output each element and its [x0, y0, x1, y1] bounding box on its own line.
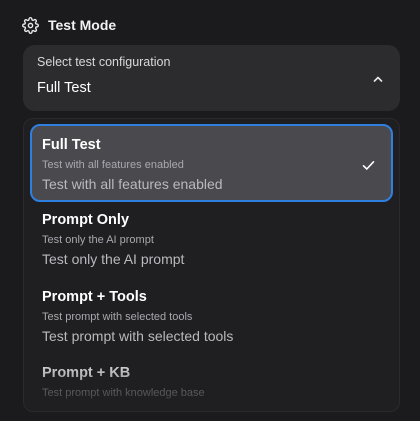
option-title: Prompt + Tools — [42, 289, 147, 305]
select-label: Select test configuration — [37, 55, 171, 69]
option-description-small: Test prompt with knowledge base — [42, 387, 205, 399]
option-full-test[interactable]: Full Test Test with all features enabled… — [30, 124, 393, 202]
option-title: Full Test — [42, 137, 101, 153]
option-description: Test prompt with selected tools — [42, 328, 234, 344]
option-description: Test with all features enabled — [42, 176, 223, 192]
option-description-small: Test prompt with selected tools — [42, 311, 193, 323]
option-title: Prompt Only — [42, 212, 130, 228]
option-prompt-only[interactable]: Prompt Only Test only the AI prompt Test… — [30, 199, 393, 275]
panel-header: Test Mode — [22, 14, 116, 36]
test-config-select[interactable]: Select test configuration Full Test — [23, 45, 400, 111]
option-description-small: Test with all features enabled — [42, 159, 184, 171]
option-prompt-tools[interactable]: Prompt + Tools Test prompt with selected… — [30, 276, 393, 352]
select-value: Full Test — [37, 80, 91, 96]
check-icon — [362, 158, 375, 170]
option-description: Test only the AI prompt — [42, 251, 185, 267]
gear-icon — [22, 16, 39, 34]
test-config-dropdown: Full Test Test with all features enabled… — [23, 118, 400, 412]
option-prompt-kb[interactable]: Prompt + KB Test prompt with knowledge b… — [30, 352, 393, 411]
option-title: Prompt + KB — [42, 365, 131, 381]
panel-title: Test Mode — [48, 17, 117, 33]
option-description-small: Test only the AI prompt — [42, 234, 154, 246]
test-mode-panel: Test Mode Select test configuration Full… — [0, 0, 420, 421]
chevron-up-icon — [372, 72, 384, 84]
